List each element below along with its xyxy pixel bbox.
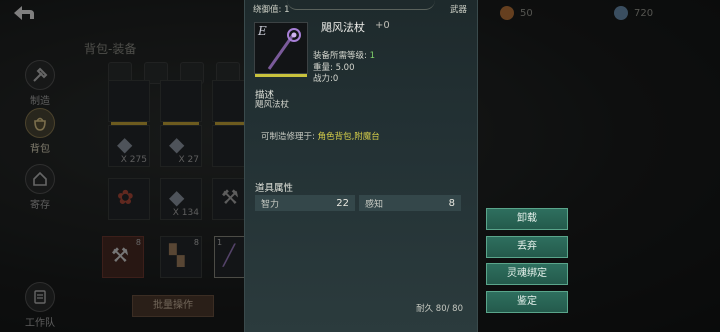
item-thumbnail: E bbox=[254, 22, 308, 77]
attribute-name: 感知 bbox=[365, 199, 384, 210]
durability: 耐久 80/ 80 bbox=[416, 304, 463, 314]
repair-places: 角色背包,附魔台 bbox=[317, 132, 380, 142]
unequip-button[interactable]: 卸载 bbox=[486, 208, 568, 230]
attribute-name: 智力 bbox=[261, 199, 280, 210]
soul-bind-button[interactable]: 灵魂绑定 bbox=[486, 263, 568, 285]
required-level-value: 1 bbox=[369, 51, 375, 61]
repair-info: 可制造修理于: 角色背包,附魔台 bbox=[261, 130, 380, 142]
identify-button[interactable]: 鉴定 bbox=[486, 291, 568, 313]
required-level-label: 装备所需等级: bbox=[313, 51, 370, 61]
attribute-intelligence: 智力 22 bbox=[255, 195, 355, 211]
item-name: 飓风法杖 bbox=[321, 21, 365, 34]
detail-header: 绕御值: 1 武器 bbox=[253, 3, 467, 15]
item-detail-panel: 绕御值: 1 武器 E 飓风法杖 +0 装备所需等级: 1 重量: 5.00 战… bbox=[244, 0, 478, 332]
repair-label: 可制造修理于: bbox=[261, 132, 318, 142]
enhance-level: +0 bbox=[375, 20, 390, 31]
attribute-value: 22 bbox=[336, 197, 349, 209]
attribute-value: 8 bbox=[448, 197, 455, 209]
item-category: 武器 bbox=[449, 5, 467, 15]
item-properties-title: 道具属性 bbox=[255, 183, 294, 194]
attribute-perception: 感知 8 bbox=[359, 195, 461, 211]
discard-button[interactable]: 丢弃 bbox=[486, 236, 568, 258]
detail-header-left: 绕御值: 1 bbox=[253, 5, 290, 15]
required-level: 装备所需等级: 1 bbox=[313, 49, 375, 61]
rarity-bar bbox=[255, 74, 307, 77]
description-text: 飓风法杖 bbox=[255, 100, 290, 110]
item-grade: E bbox=[258, 24, 267, 38]
item-power: 战力:0 bbox=[313, 74, 339, 84]
